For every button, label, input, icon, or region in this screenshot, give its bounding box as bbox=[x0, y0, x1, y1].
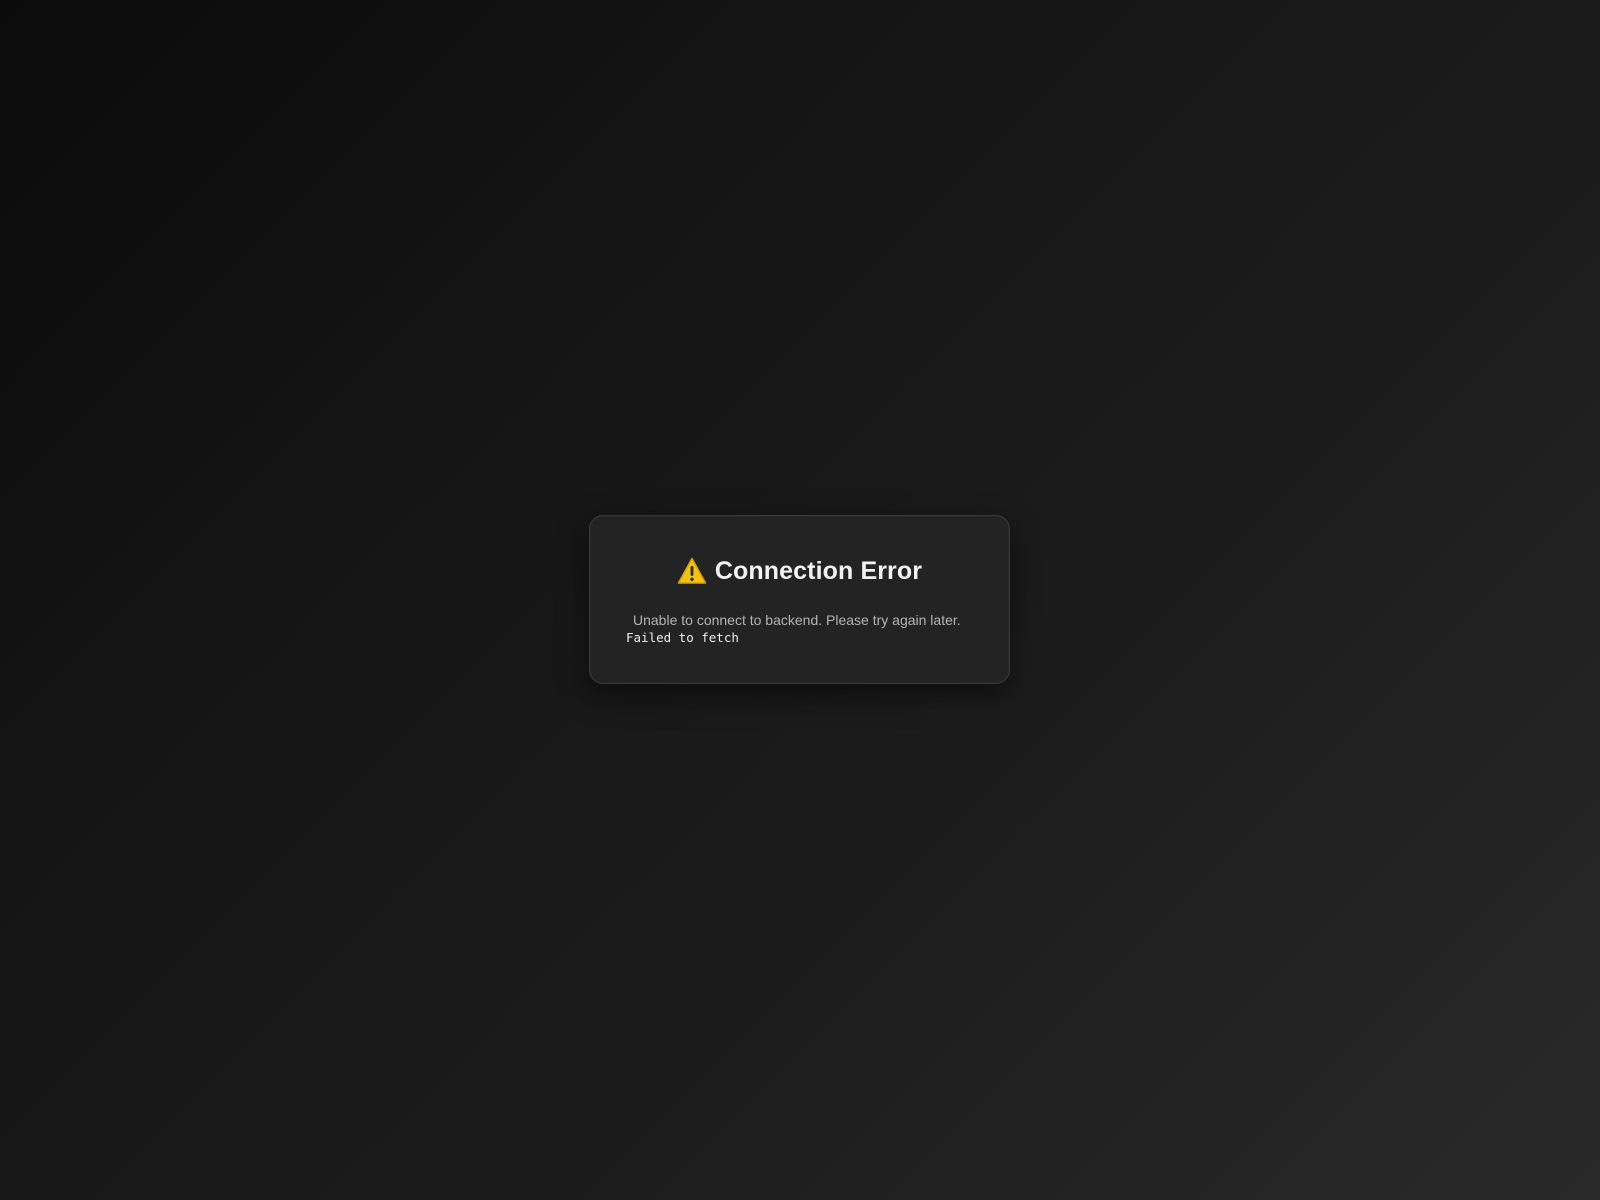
warning-icon bbox=[677, 556, 707, 586]
page: { "error_card": { "title": "Connection E… bbox=[0, 0, 1600, 1200]
error-card: Connection Error Unable to connect to ba… bbox=[589, 515, 1010, 684]
error-title: Connection Error bbox=[714, 556, 923, 585]
error-heading: Connection Error bbox=[590, 556, 1009, 586]
error-message: Unable to connect to backend. Please try… bbox=[633, 612, 961, 628]
error-detail: Failed to fetch bbox=[626, 630, 739, 645]
